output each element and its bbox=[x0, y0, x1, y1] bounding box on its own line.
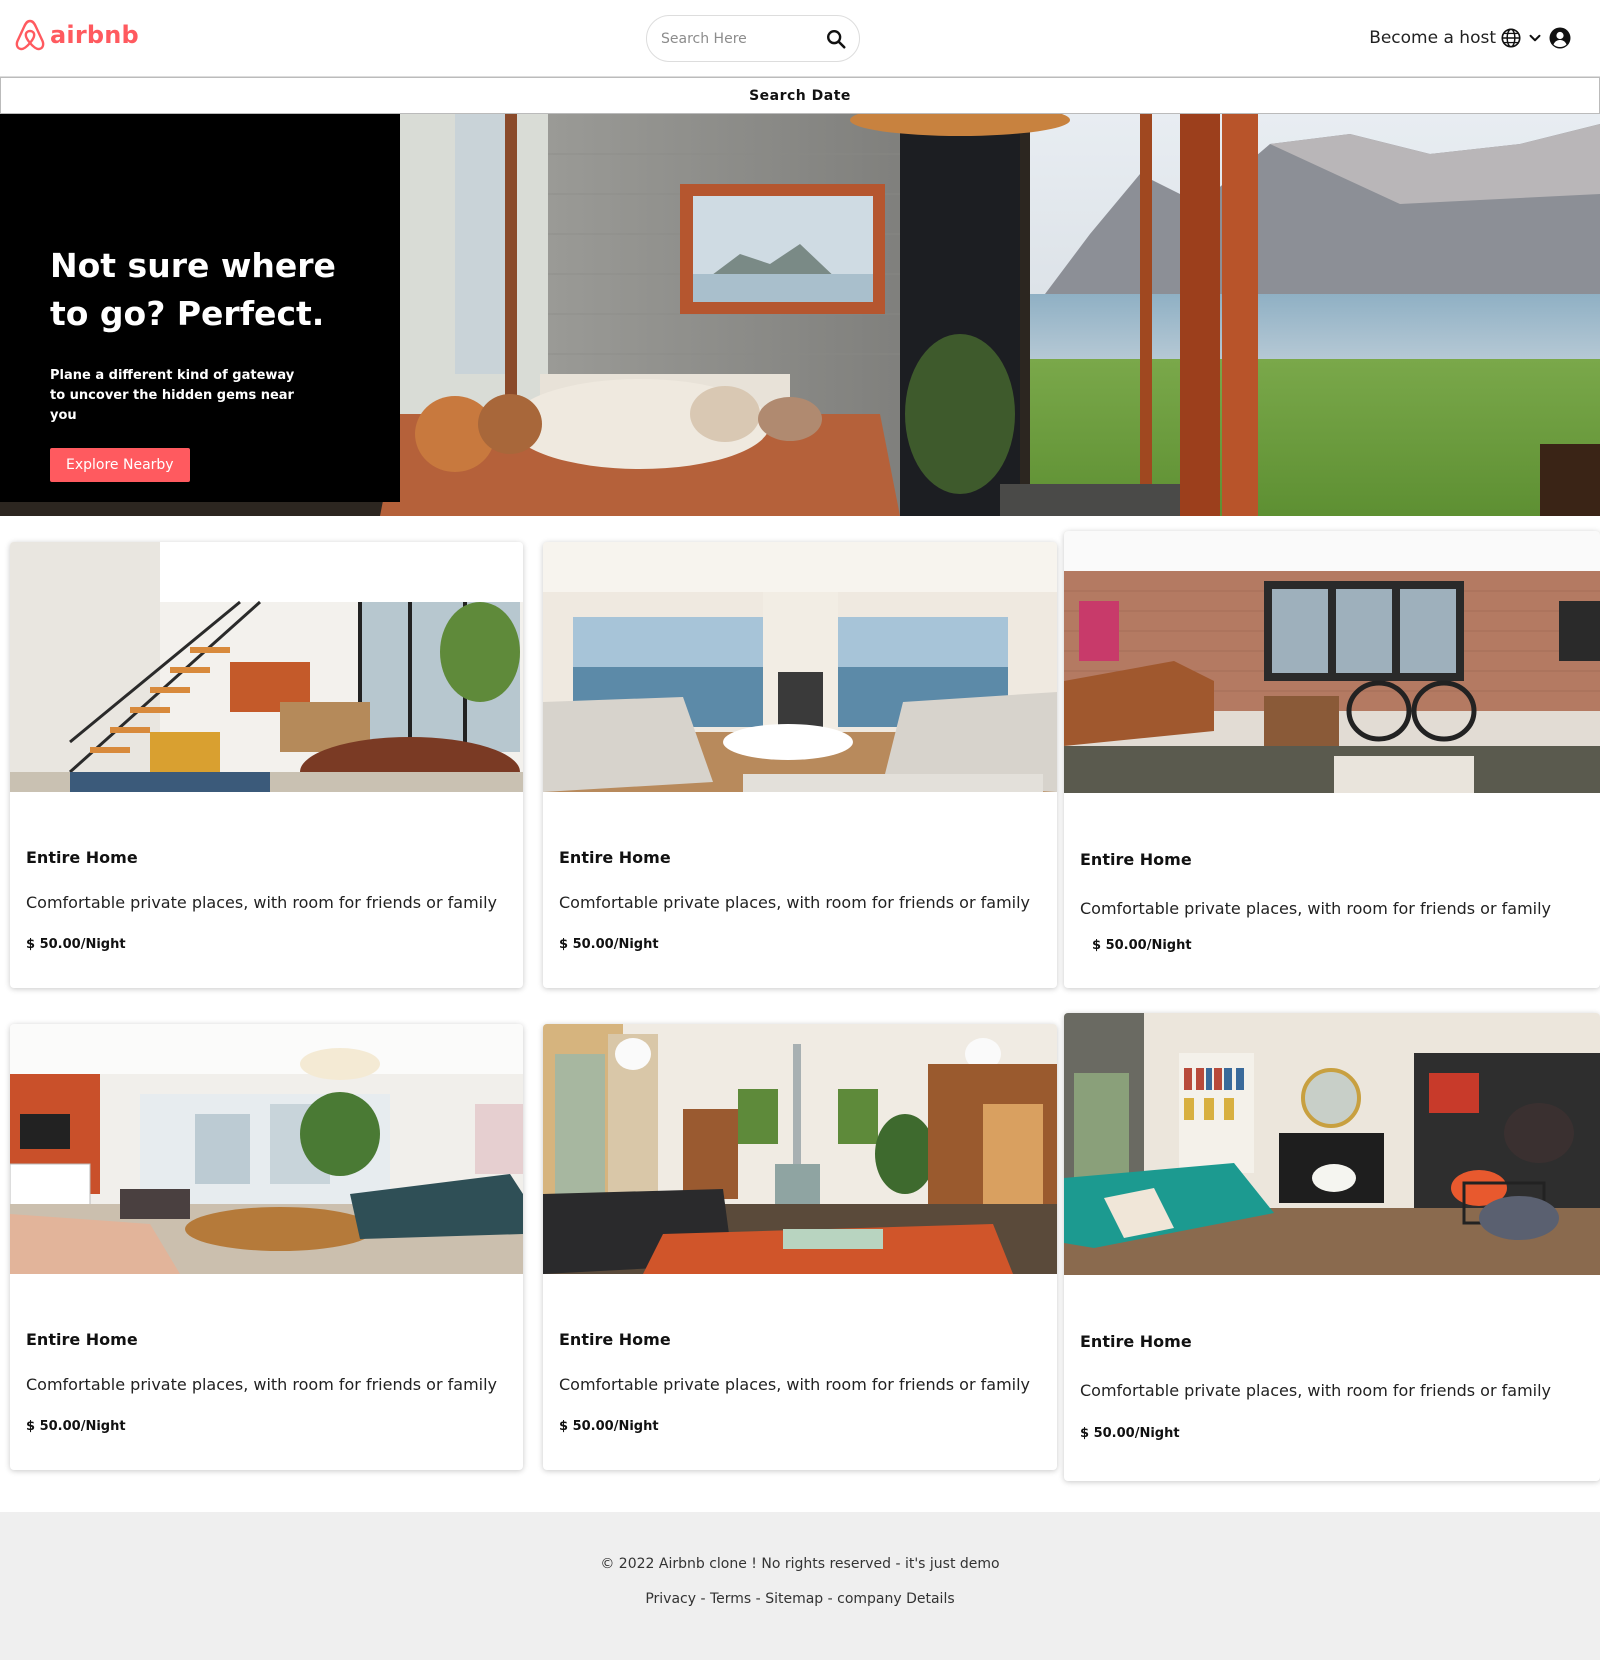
listing-photo bbox=[543, 1024, 1057, 1274]
listing-interior-image bbox=[10, 542, 523, 792]
listing-card[interactable]: Entire Home Comfortable private places, … bbox=[543, 1024, 1057, 1470]
search-date-button[interactable]: Search Date bbox=[0, 77, 1600, 114]
listing-card[interactable]: Entire Home Comfortable private places, … bbox=[543, 542, 1057, 988]
listing-card[interactable]: Entire Home Comfortable private places, … bbox=[1064, 531, 1600, 988]
listing-price: $ 50.00/Night bbox=[1092, 938, 1192, 953]
listing-photo bbox=[10, 542, 523, 792]
listing-description: Comfortable private places, with room fo… bbox=[1080, 899, 1552, 918]
become-host-link[interactable]: Become a host bbox=[1369, 28, 1496, 48]
listing-interior-image bbox=[10, 1024, 523, 1274]
top-navbar: airbnb Become a host bbox=[0, 0, 1600, 77]
footer-link-sitemap[interactable]: Sitemap bbox=[765, 1591, 823, 1607]
listing-description: Comfortable private places, with room fo… bbox=[559, 1375, 1031, 1394]
hero-text-panel: Not sure where to go? Perfect. Plane a d… bbox=[0, 114, 400, 502]
listing-photo bbox=[1064, 531, 1600, 793]
logo-text: airbnb bbox=[50, 21, 139, 49]
footer-link-privacy[interactable]: Privacy bbox=[645, 1591, 696, 1607]
user-icon[interactable] bbox=[1548, 26, 1572, 50]
listing-price: $ 50.00/Night bbox=[559, 1419, 659, 1434]
listing-description: Comfortable private places, with room fo… bbox=[559, 893, 1031, 912]
copyright-text: © 2022 Airbnb clone ! No rights reserved… bbox=[600, 1556, 1000, 1572]
footer-links: Privacy - Terms - Sitemap - company Deta… bbox=[0, 1591, 1600, 1607]
listing-title: Entire Home bbox=[26, 848, 138, 867]
globe-icon[interactable] bbox=[1500, 27, 1522, 49]
listing-price: $ 50.00/Night bbox=[1080, 1426, 1180, 1441]
listing-interior-image bbox=[543, 1024, 1057, 1274]
page-footer: © 2022 Airbnb clone ! No rights reserved… bbox=[0, 1512, 1600, 1660]
listing-price: $ 50.00/Night bbox=[26, 937, 126, 952]
listing-card[interactable]: Entire Home Comfortable private places, … bbox=[10, 1024, 523, 1470]
hero-banner: Not sure where to go? Perfect. Plane a d… bbox=[0, 114, 1600, 516]
listing-description: Comfortable private places, with room fo… bbox=[1080, 1381, 1552, 1400]
listing-title: Entire Home bbox=[559, 848, 671, 867]
host-area: Become a host bbox=[1369, 24, 1572, 52]
footer-separator: - bbox=[823, 1591, 838, 1607]
listing-title: Entire Home bbox=[559, 1330, 671, 1349]
footer-link-company-details[interactable]: company Details bbox=[837, 1591, 955, 1607]
listing-price: $ 50.00/Night bbox=[26, 1419, 126, 1434]
listing-title: Entire Home bbox=[1080, 850, 1192, 869]
listing-card[interactable]: Entire Home Comfortable private places, … bbox=[1064, 1013, 1600, 1481]
explore-nearby-button[interactable]: Explore Nearby bbox=[50, 448, 190, 482]
listing-interior-image bbox=[543, 542, 1057, 792]
listing-title: Entire Home bbox=[1080, 1332, 1192, 1351]
listing-photo bbox=[543, 542, 1057, 792]
airbnb-logo[interactable]: airbnb bbox=[14, 18, 139, 52]
footer-separator: - bbox=[696, 1591, 710, 1607]
search-input[interactable] bbox=[661, 30, 821, 47]
listing-title: Entire Home bbox=[26, 1330, 138, 1349]
listing-description: Comfortable private places, with room fo… bbox=[26, 893, 498, 912]
hero-subtitle: Plane a different kind of gateway to unc… bbox=[50, 368, 295, 423]
chevron-down-icon[interactable] bbox=[1526, 29, 1544, 47]
listing-price: $ 50.00/Night bbox=[559, 937, 659, 952]
listing-interior-image bbox=[1064, 531, 1600, 793]
search-box bbox=[646, 15, 860, 62]
listing-interior-image bbox=[1064, 1013, 1600, 1275]
airbnb-logo-icon bbox=[15, 19, 45, 51]
footer-separator: - bbox=[751, 1591, 766, 1607]
listing-photo bbox=[1064, 1013, 1600, 1275]
listing-photo bbox=[10, 1024, 523, 1274]
listing-description: Comfortable private places, with room fo… bbox=[26, 1375, 498, 1394]
footer-link-terms[interactable]: Terms bbox=[710, 1591, 751, 1607]
hero-title: Not sure where to go? Perfect. bbox=[50, 246, 336, 333]
listing-card[interactable]: Entire Home Comfortable private places, … bbox=[10, 542, 523, 988]
search-icon[interactable] bbox=[825, 28, 847, 50]
